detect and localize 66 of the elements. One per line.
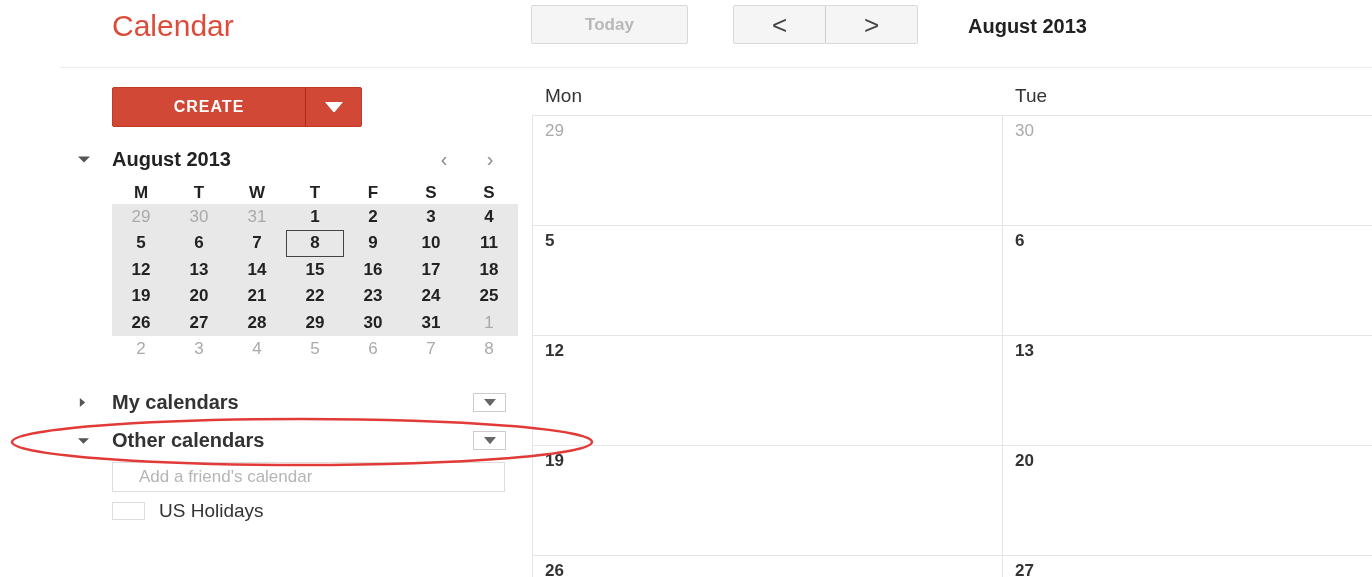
section-title[interactable]: Other calendars: [112, 425, 473, 456]
mini-calendar-day[interactable]: 14: [228, 256, 286, 284]
mini-calendar-day[interactable]: 20: [170, 283, 228, 310]
day-number[interactable]: 26: [545, 558, 564, 577]
weekday-label: T: [192, 182, 206, 204]
day-column-header: Tue: [1014, 85, 1048, 107]
mini-calendar-day[interactable]: 26: [112, 309, 170, 336]
mini-calendar-day[interactable]: 24: [402, 283, 460, 310]
weekday-label: F: [366, 182, 380, 204]
mini-calendar-day[interactable]: 19: [112, 283, 170, 310]
mini-calendar-day[interactable]: 12: [112, 256, 170, 284]
day-number[interactable]: 19: [545, 448, 564, 474]
mini-calendar-day[interactable]: 23: [344, 283, 402, 310]
previous-month-arrow[interactable]: ‹: [432, 149, 456, 169]
mini-calendar-day[interactable]: 1: [286, 204, 344, 231]
caret-icon: [324, 101, 343, 113]
mini-calendar-day[interactable]: 30: [344, 309, 402, 336]
month-title: August 2013: [112, 147, 231, 172]
calendar-name[interactable]: US Holidays: [159, 497, 264, 526]
mini-calendar-day[interactable]: 29: [286, 309, 344, 336]
expand-arrow-icon[interactable]: [78, 397, 87, 407]
mini-calendar-day[interactable]: 6: [170, 230, 228, 257]
mini-calendar-day[interactable]: 21: [228, 283, 286, 310]
next-month-arrow[interactable]: ›: [478, 149, 502, 169]
mini-calendar-day[interactable]: 16: [344, 256, 402, 284]
mini-calendar-day[interactable]: 28: [228, 309, 286, 336]
mini-calendar-day[interactable]: 4: [460, 204, 518, 231]
weekday-label: S: [482, 182, 496, 204]
day-column-header: Mon: [544, 85, 582, 107]
app-title: Calendar: [111, 8, 235, 44]
mini-calendar-day[interactable]: 27: [170, 309, 228, 336]
caret-icon: [483, 398, 496, 406]
previous-button[interactable]: <: [733, 5, 826, 44]
mini-calendar-day[interactable]: 15: [286, 256, 344, 284]
mini-calendar-day[interactable]: 8: [286, 230, 344, 257]
mini-calendar-day[interactable]: 3: [402, 204, 460, 231]
caret-icon: [483, 436, 496, 444]
next-button[interactable]: >: [825, 5, 918, 44]
day-number[interactable]: 5: [545, 228, 555, 254]
mini-calendar-day[interactable]: 11: [460, 230, 518, 257]
add-calendar-field[interactable]: Add a friend's calendar: [112, 462, 505, 493]
day-number[interactable]: 27: [1015, 558, 1034, 577]
mini-calendar-day[interactable]: 31: [402, 309, 460, 336]
weekday-label: T: [308, 182, 322, 204]
mini-calendar-day[interactable]: 18: [460, 256, 518, 284]
section-menu-button[interactable]: [473, 430, 506, 450]
day-number[interactable]: 20: [1015, 448, 1034, 474]
day-number[interactable]: 12: [545, 338, 564, 364]
mini-calendar-day[interactable]: 2: [344, 204, 402, 231]
weekday-label: S: [424, 182, 438, 204]
mini-calendar-day[interactable]: 25: [460, 283, 518, 310]
mini-calendar-day[interactable]: 13: [170, 256, 228, 284]
day-number[interactable]: 13: [1015, 338, 1034, 364]
mini-calendar-day[interactable]: 7: [228, 230, 286, 257]
weekday-label: M: [132, 182, 150, 204]
section-title[interactable]: My calendars: [112, 387, 473, 418]
mini-calendar-day[interactable]: 17: [402, 256, 460, 284]
mini-calendar-day[interactable]: 10: [402, 230, 460, 257]
section-menu-button[interactable]: [473, 392, 506, 412]
mini-calendar-day[interactable]: 9: [344, 230, 402, 257]
weekday-label: W: [247, 182, 266, 204]
mini-calendar-day[interactable]: 22: [286, 283, 344, 310]
checkbox[interactable]: [112, 502, 145, 521]
day-number[interactable]: 6: [1015, 228, 1025, 254]
period-title: August 2013: [968, 14, 1087, 39]
mini-calendar-day[interactable]: 5: [112, 230, 170, 257]
